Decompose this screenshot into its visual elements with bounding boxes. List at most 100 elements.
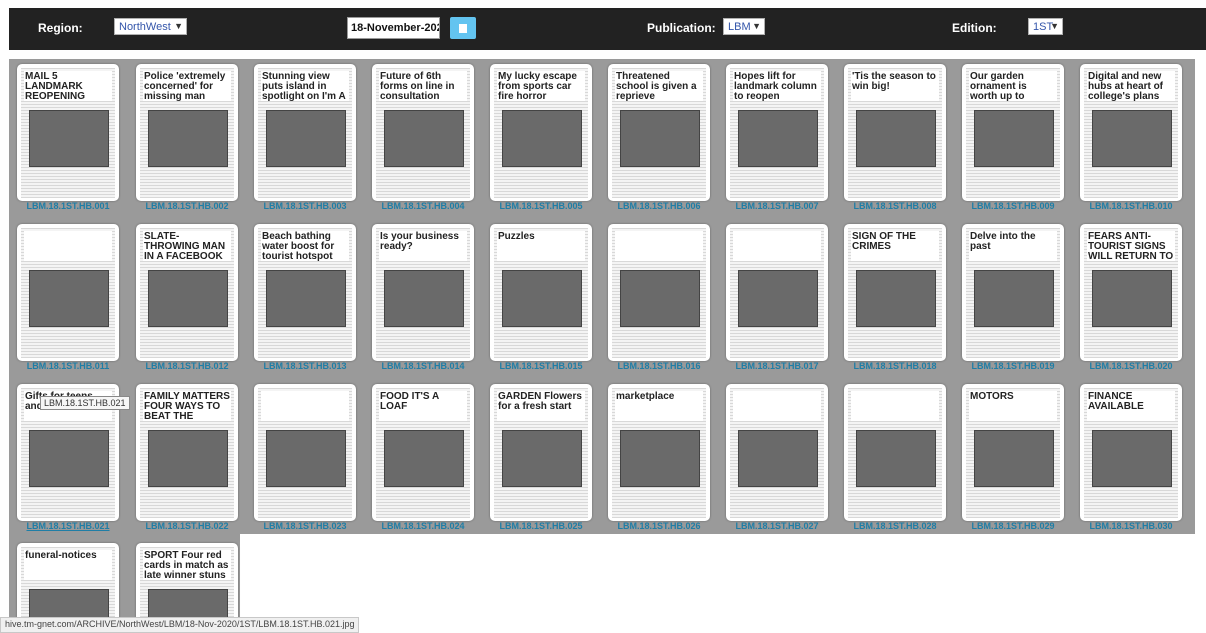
page-headline: Puzzles bbox=[497, 231, 585, 261]
page-label-link[interactable]: LBM.18.1ST.HB.015 bbox=[490, 361, 592, 371]
page-image: My lucky escape from sports car fire hor… bbox=[494, 68, 588, 198]
page-thumbnail[interactable]: Puzzles LBM.18.1ST.HB.015 bbox=[490, 224, 592, 371]
page-label-link[interactable]: LBM.18.1ST.HB.023 bbox=[254, 521, 356, 531]
page-thumbnail[interactable]: Threatened school is given a reprieve LBM… bbox=[608, 64, 710, 211]
page-label-link[interactable]: LBM.18.1ST.HB.008 bbox=[844, 201, 946, 211]
page-photo bbox=[620, 270, 700, 327]
page-headline: FEARS ANTI-TOURIST SIGNS WILL RETURN TO … bbox=[1087, 231, 1175, 261]
page-label-link[interactable]: LBM.18.1ST.HB.024 bbox=[372, 521, 474, 531]
page-label-link[interactable]: LBM.18.1ST.HB.029 bbox=[962, 521, 1064, 531]
page-headline: Police 'extremely concerned' for missing… bbox=[143, 71, 231, 101]
page-image: MAIL 5 LANDMARK REOPENING HOPES 8 YEARS … bbox=[21, 68, 115, 198]
calendar-icon bbox=[459, 24, 467, 33]
page-thumbnail[interactable]: LBM.18.1ST.HB.011 bbox=[17, 224, 119, 371]
page-photo bbox=[266, 110, 346, 167]
page-photo bbox=[974, 430, 1054, 487]
page-thumbnail[interactable]: LBM.18.1ST.HB.016 bbox=[608, 224, 710, 371]
page-image: Digital and new hubs at heart of college… bbox=[1084, 68, 1178, 198]
page-label-link[interactable]: LBM.18.1ST.HB.014 bbox=[372, 361, 474, 371]
page-label-link[interactable]: LBM.18.1ST.HB.003 bbox=[254, 201, 356, 211]
calendar-button[interactable] bbox=[450, 17, 476, 39]
page-image: Beach bathing water boost for tourist ho… bbox=[258, 228, 352, 358]
page-image: Police 'extremely concerned' for missing… bbox=[140, 68, 234, 198]
page-label-link[interactable]: LBM.18.1ST.HB.016 bbox=[608, 361, 710, 371]
page-label-link[interactable]: LBM.18.1ST.HB.002 bbox=[136, 201, 238, 211]
page-thumbnail[interactable]: FOOD IT'S A LOAF LBM.18.1ST.HB.024 bbox=[372, 384, 474, 531]
page-thumbnail[interactable]: Digital and new hubs at heart of college… bbox=[1080, 64, 1182, 211]
date-input[interactable]: 18-November-2020 bbox=[347, 17, 440, 39]
page-label-link[interactable]: LBM.18.1ST.HB.004 bbox=[372, 201, 474, 211]
page-thumbnail[interactable]: SLATE-THROWING MAN IN A FACEBOOK ROW WIT… bbox=[136, 224, 238, 371]
page-thumbnail[interactable]: LBM.18.1ST.HB.027 bbox=[726, 384, 828, 531]
page-thumbnail[interactable]: funeral-notices bbox=[17, 543, 119, 623]
page-thumbnail[interactable]: LBM.18.1ST.HB.028 bbox=[844, 384, 946, 531]
page-label-link[interactable]: LBM.18.1ST.HB.027 bbox=[726, 521, 828, 531]
page-thumbnail[interactable]: Is your business ready? LBM.18.1ST.HB.014 bbox=[372, 224, 474, 371]
page-thumbnail[interactable]: Delve into the past LBM.18.1ST.HB.019 bbox=[962, 224, 1064, 371]
page-label-link[interactable]: LBM.18.1ST.HB.006 bbox=[608, 201, 710, 211]
page-thumbnail[interactable]: 'Tis the season to win big! LBM.18.1ST.HB… bbox=[844, 64, 946, 211]
page-photo bbox=[974, 110, 1054, 167]
page-photo bbox=[620, 430, 700, 487]
page-thumbnail[interactable]: Hopes lift for landmark column to reopen… bbox=[726, 64, 828, 211]
page-photo bbox=[1092, 430, 1172, 487]
page-label-link[interactable]: LBM.18.1ST.HB.021 bbox=[17, 521, 119, 531]
page-thumbnail[interactable]: MAIL 5 LANDMARK REOPENING HOPES 8 YEARS … bbox=[17, 64, 119, 211]
page-thumbnail[interactable]: MOTORS LBM.18.1ST.HB.029 bbox=[962, 384, 1064, 531]
page-label-link[interactable]: LBM.18.1ST.HB.013 bbox=[254, 361, 356, 371]
page-label-link[interactable]: LBM.18.1ST.HB.020 bbox=[1080, 361, 1182, 371]
page-thumbnail[interactable]: SPORT Four red cards in match as late wi… bbox=[136, 543, 238, 623]
page-thumbnail[interactable]: Future of 6th forms on line in consultat… bbox=[372, 64, 474, 211]
page-thumbnail[interactable]: FINANCE AVAILABLE LBM.18.1ST.HB.030 bbox=[1080, 384, 1182, 531]
page-headline: My lucky escape from sports car fire hor… bbox=[497, 71, 585, 101]
page-label-link[interactable]: LBM.18.1ST.HB.017 bbox=[726, 361, 828, 371]
page-image: FAMILY MATTERS FOUR WAYS TO BEAT THE BUL… bbox=[140, 388, 234, 518]
page-label-link[interactable]: LBM.18.1ST.HB.009 bbox=[962, 201, 1064, 211]
page-thumbnail[interactable]: Police 'extremely concerned' for missing… bbox=[136, 64, 238, 211]
page-label-link[interactable]: LBM.18.1ST.HB.005 bbox=[490, 201, 592, 211]
page-photo bbox=[148, 430, 228, 487]
page-label-link[interactable]: LBM.18.1ST.HB.010 bbox=[1080, 201, 1182, 211]
page-thumbnail[interactable]: marketplace LBM.18.1ST.HB.026 bbox=[608, 384, 710, 531]
region-select-value: NorthWest bbox=[119, 21, 171, 33]
page-image: MOTORS bbox=[966, 388, 1060, 518]
page-thumbnail[interactable]: Beach bathing water boost for tourist ho… bbox=[254, 224, 356, 371]
page-image: SLATE-THROWING MAN IN A FACEBOOK ROW WIT… bbox=[140, 228, 234, 358]
page-image bbox=[848, 388, 942, 518]
page-label-link[interactable]: LBM.18.1ST.HB.026 bbox=[608, 521, 710, 531]
page-label-link[interactable]: LBM.18.1ST.HB.030 bbox=[1080, 521, 1182, 531]
page-thumbnail[interactable]: LBM.18.1ST.HB.017 bbox=[726, 224, 828, 371]
page-photo bbox=[738, 270, 818, 327]
page-label-link[interactable]: LBM.18.1ST.HB.012 bbox=[136, 361, 238, 371]
page-image: GARDEN Flowers for a fresh start bbox=[494, 388, 588, 518]
page-image: Hopes lift for landmark column to reopen bbox=[730, 68, 824, 198]
page-label-link[interactable]: LBM.18.1ST.HB.011 bbox=[17, 361, 119, 371]
page-thumbnail[interactable]: FAMILY MATTERS FOUR WAYS TO BEAT THE BUL… bbox=[136, 384, 238, 531]
page-label-link[interactable]: LBM.18.1ST.HB.007 bbox=[726, 201, 828, 211]
page-thumbnail[interactable]: SIGN OF THE CRIMES LBM.18.1ST.HB.018 bbox=[844, 224, 946, 371]
page-photo bbox=[502, 110, 582, 167]
page-thumbnail[interactable]: GARDEN Flowers for a fresh start LBM.18.1… bbox=[490, 384, 592, 531]
page-thumbnail[interactable]: FEARS ANTI-TOURIST SIGNS WILL RETURN TO … bbox=[1080, 224, 1182, 371]
page-thumbnail[interactable]: Our garden ornament is worth up to £100,… bbox=[962, 64, 1064, 211]
chevron-down-icon: ▼ bbox=[752, 21, 761, 31]
page-label-link[interactable]: LBM.18.1ST.HB.028 bbox=[844, 521, 946, 531]
page-headline: SIGN OF THE CRIMES bbox=[851, 231, 939, 261]
page-label-link[interactable]: LBM.18.1ST.HB.022 bbox=[136, 521, 238, 531]
page-thumbnail[interactable]: My lucky escape from sports car fire hor… bbox=[490, 64, 592, 211]
page-image bbox=[730, 388, 824, 518]
page-label-link[interactable]: LBM.18.1ST.HB.025 bbox=[490, 521, 592, 531]
region-select[interactable]: NorthWest ▼ bbox=[114, 18, 187, 35]
edition-select[interactable]: 1ST ▼ bbox=[1028, 18, 1063, 35]
publication-select[interactable]: LBM ▼ bbox=[723, 18, 765, 35]
page-headline: Threatened school is given a reprieve bbox=[615, 71, 703, 101]
page-image: Is your business ready? bbox=[376, 228, 470, 358]
page-thumbnail[interactable]: LBM.18.1ST.HB.023 bbox=[254, 384, 356, 531]
page-headline: marketplace bbox=[615, 391, 703, 421]
page-image: FEARS ANTI-TOURIST SIGNS WILL RETURN TO … bbox=[1084, 228, 1178, 358]
page-label-link[interactable]: LBM.18.1ST.HB.018 bbox=[844, 361, 946, 371]
page-photo bbox=[29, 430, 109, 487]
page-label-link[interactable]: LBM.18.1ST.HB.019 bbox=[962, 361, 1064, 371]
page-label-link[interactable]: LBM.18.1ST.HB.001 bbox=[17, 201, 119, 211]
page-thumbnail[interactable]: Stunning view puts island in spotlight o… bbox=[254, 64, 356, 211]
